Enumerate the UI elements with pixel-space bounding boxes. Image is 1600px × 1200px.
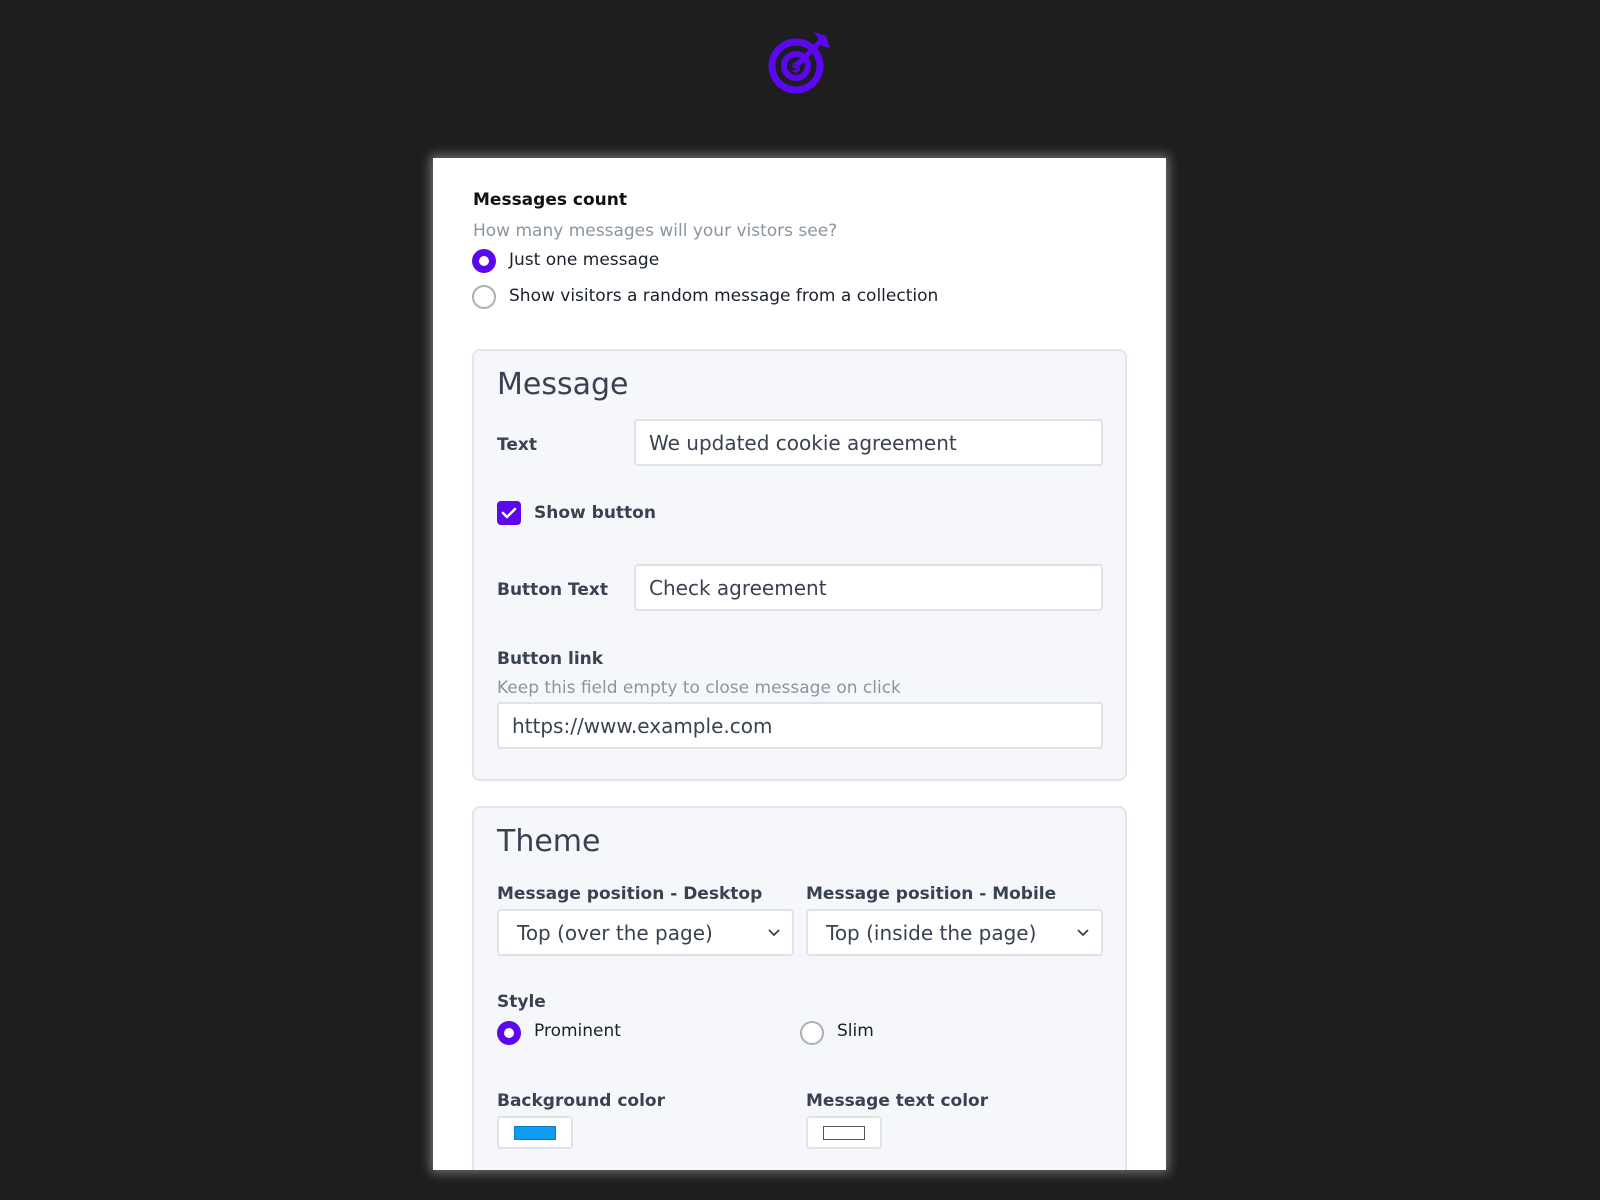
button-text-label: Button Text [497, 580, 608, 600]
theme-panel: Theme Message position - Desktop Top (ov… [472, 806, 1127, 1170]
style-label: Style [497, 992, 546, 1012]
message-panel-title: Message [497, 367, 629, 402]
radio-just-one-message[interactable] [472, 249, 496, 273]
radio-style-prominent[interactable] [497, 1021, 521, 1045]
radio-just-one-message-label[interactable]: Just one message [509, 250, 659, 270]
text-color-picker[interactable] [806, 1116, 882, 1149]
text-color-label: Message text color [806, 1091, 989, 1111]
mobile-position-label: Message position - Mobile [806, 884, 1057, 904]
messages-count-title: Messages count [473, 190, 627, 210]
background-color-swatch [514, 1126, 556, 1140]
button-link-label: Button link [497, 649, 604, 669]
chevron-down-icon [1077, 929, 1089, 937]
show-button-label[interactable]: Show button [534, 503, 656, 523]
show-button-checkbox[interactable] [497, 501, 521, 525]
mobile-position-value: Top (inside the page) [826, 920, 1037, 945]
radio-random-message-label[interactable]: Show visitors a random message from a co… [509, 286, 938, 306]
text-label: Text [497, 435, 537, 455]
radio-style-slim[interactable] [800, 1021, 824, 1045]
button-link-hint: Keep this field empty to close message o… [497, 678, 901, 698]
background-color-picker[interactable] [497, 1116, 573, 1149]
radio-style-slim-label[interactable]: Slim [837, 1021, 874, 1041]
message-panel: Message Text We updated cookie agreement… [472, 349, 1127, 781]
target-arrow-icon: $ [768, 32, 830, 94]
text-color-swatch [823, 1126, 865, 1140]
app-logo: $ [766, 28, 834, 94]
background-color-label: Background color [497, 1091, 665, 1111]
checkmark-icon [501, 507, 517, 519]
radio-random-message[interactable] [472, 285, 496, 309]
chevron-down-icon [768, 929, 780, 937]
text-input[interactable]: We updated cookie agreement [634, 419, 1103, 466]
theme-panel-title: Theme [497, 824, 601, 859]
desktop-position-label: Message position - Desktop [497, 884, 763, 904]
settings-card: Messages count How many messages will yo… [433, 158, 1166, 1170]
radio-style-prominent-label[interactable]: Prominent [534, 1021, 621, 1041]
desktop-position-select[interactable]: Top (over the page) [497, 909, 794, 956]
button-text-input[interactable]: Check agreement [634, 564, 1103, 611]
mobile-position-select[interactable]: Top (inside the page) [806, 909, 1103, 956]
desktop-position-value: Top (over the page) [517, 920, 713, 945]
messages-count-hint: How many messages will your vistors see? [473, 221, 838, 241]
button-link-input[interactable]: https://www.example.com [497, 702, 1103, 749]
